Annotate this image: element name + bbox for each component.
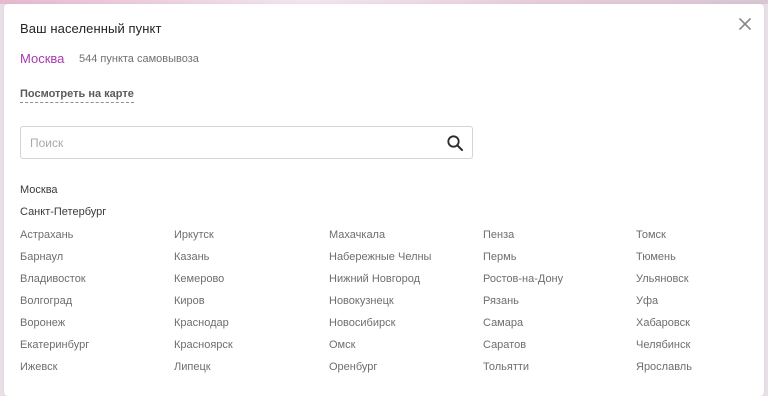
city-link[interactable]: Томск (636, 228, 768, 250)
city-link[interactable]: Краснодар (174, 316, 324, 338)
city-link[interactable]: Казань (174, 250, 324, 272)
city-link[interactable]: Тюмень (636, 250, 768, 272)
city-select-dialog: Ваш населенный пункт Москва 544 пункта с… (4, 4, 764, 396)
city-column: Пенза Пермь Ростов-на-Дону Рязань Самара… (483, 228, 633, 382)
city-link[interactable]: Новосибирск (329, 316, 479, 338)
city-link[interactable]: Липецк (174, 360, 324, 382)
city-column: Астрахань Барнаул Владивосток Волгоград … (20, 228, 170, 382)
city-link[interactable]: Уфа (636, 294, 768, 316)
city-link[interactable]: Ростов-на-Дону (483, 272, 633, 294)
city-link[interactable]: Хабаровск (636, 316, 768, 338)
city-link[interactable]: Махачкала (329, 228, 479, 250)
current-city: Москва (20, 51, 65, 66)
city-link[interactable]: Барнаул (20, 250, 170, 272)
city-link[interactable]: Омск (329, 338, 479, 360)
city-column: Иркутск Казань Кемерово Киров Краснодар … (174, 228, 324, 382)
city-link-moscow[interactable]: Москва (20, 184, 58, 196)
search-input[interactable] (30, 134, 430, 152)
pickup-points-count: 544 пункта самовывоза (79, 53, 199, 65)
search-field[interactable] (20, 126, 473, 159)
city-link[interactable]: Киров (174, 294, 324, 316)
city-link[interactable]: Новокузнецк (329, 294, 479, 316)
city-link[interactable]: Самара (483, 316, 633, 338)
search-button[interactable] (446, 134, 464, 152)
city-link[interactable]: Пенза (483, 228, 633, 250)
city-column: Махачкала Набережные Челны Нижний Новгор… (329, 228, 479, 382)
dialog-title: Ваш населенный пункт (20, 21, 162, 36)
city-link[interactable]: Ярославль (636, 360, 768, 382)
city-list: Астрахань Барнаул Владивосток Волгоград … (20, 228, 760, 388)
city-link[interactable]: Екатеринбург (20, 338, 170, 360)
city-link[interactable]: Рязань (483, 294, 633, 316)
city-link[interactable]: Ульяновск (636, 272, 768, 294)
city-link[interactable]: Пермь (483, 250, 633, 272)
search-icon (447, 135, 463, 151)
city-link[interactable]: Владивосток (20, 272, 170, 294)
city-link[interactable]: Астрахань (20, 228, 170, 250)
city-link[interactable]: Набережные Челны (329, 250, 479, 272)
city-link[interactable]: Красноярск (174, 338, 324, 360)
city-column: Томск Тюмень Ульяновск Уфа Хабаровск Чел… (636, 228, 768, 382)
view-on-map-link[interactable]: Посмотреть на карте (20, 88, 134, 103)
city-link[interactable]: Воронеж (20, 316, 170, 338)
city-link[interactable]: Тольятти (483, 360, 633, 382)
city-link[interactable]: Саратов (483, 338, 633, 360)
city-link[interactable]: Ижевск (20, 360, 170, 382)
city-link[interactable]: Иркутск (174, 228, 324, 250)
city-link[interactable]: Кемерово (174, 272, 324, 294)
city-link[interactable]: Оренбург (329, 360, 479, 382)
city-link[interactable]: Нижний Новгород (329, 272, 479, 294)
city-link[interactable]: Челябинск (636, 338, 768, 360)
city-link[interactable]: Волгоград (20, 294, 170, 316)
close-icon (738, 17, 752, 31)
close-button[interactable] (735, 14, 755, 34)
city-link-saint-petersburg[interactable]: Санкт-Петербург (20, 206, 106, 218)
